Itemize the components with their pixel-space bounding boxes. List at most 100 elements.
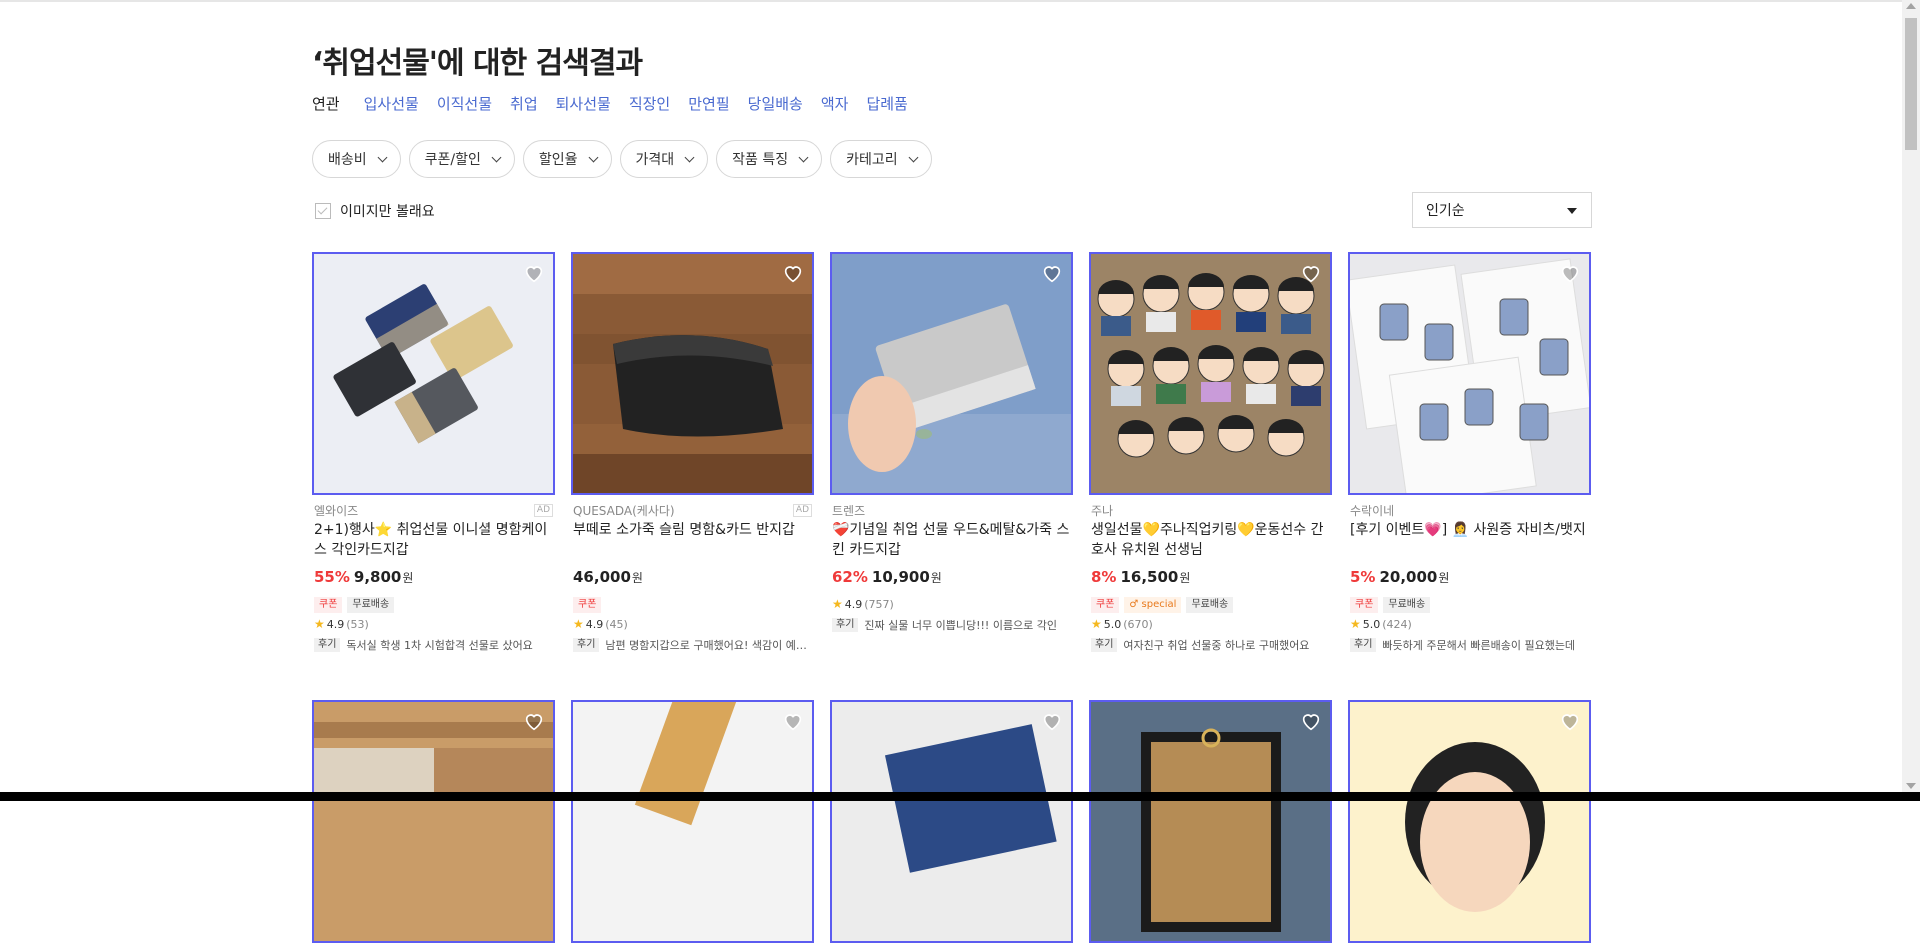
product-image[interactable] — [1348, 252, 1591, 495]
product-card[interactable]: 수락이네 [후기 이벤트💗] 👩‍💼 사원증 자비츠/뱃지 5% 20,000원 … — [1348, 252, 1591, 652]
star-icon: ★ — [1350, 617, 1361, 631]
review-snippet[interactable]: 후기 독서실 학생 1차 시험합격 선물로 샀어요 — [314, 637, 550, 653]
rating: ★ 4.9 (45) — [573, 617, 628, 631]
heart-icon[interactable] — [1041, 710, 1063, 732]
caret-down-icon — [1567, 208, 1577, 214]
product-image[interactable] — [830, 700, 1073, 943]
product-card[interactable] — [312, 700, 555, 943]
free-shipping-badge: 무료배송 — [347, 597, 395, 613]
product-image[interactable] — [1089, 252, 1332, 495]
currency: 원 — [631, 571, 643, 585]
related-keyword[interactable]: 입사선물 — [364, 93, 419, 114]
product-card[interactable]: 트렌즈 ❤️‍🩹기념일 취업 선물 우드&메탈&가죽 스킨 카드지갑 62% 10… — [830, 252, 1073, 632]
related-keywords: 연관 입사선물 이직선물 취업 퇴사선물 직장인 만연필 당일배송 액자 답례품 — [312, 93, 926, 114]
product-image[interactable] — [1348, 700, 1591, 943]
product-name[interactable]: ❤️‍🩹기념일 취업 선물 우드&메탈&가죽 스킨 카드지갑 — [832, 520, 1070, 560]
scroll-up-arrow-icon[interactable] — [1906, 3, 1916, 9]
review-snippet[interactable]: 후기 빠듯하게 주문해서 빠른배송이 필요했는데 — [1350, 637, 1586, 653]
review-tag: 후기 — [832, 618, 859, 632]
product-photo-plaque — [1091, 702, 1330, 941]
chevron-down-icon — [798, 152, 809, 162]
price: 46,000 — [573, 568, 631, 586]
product-card[interactable] — [571, 700, 814, 943]
seller-name[interactable]: QUESADA(케사다) — [573, 502, 675, 519]
related-keyword[interactable]: 취업 — [510, 93, 538, 114]
product-card[interactable]: 엘와이즈 AD 2+1)행사⭐ 취업선물 이니셜 명함케이스 각인카드지갑 55… — [312, 252, 555, 652]
product-name[interactable]: 생일선물💛주나직업키링💛운동선수 간호사 유치원 선생님 — [1091, 520, 1329, 560]
product-image[interactable] — [1089, 700, 1332, 943]
product-image[interactable] — [571, 252, 814, 495]
related-keyword[interactable]: 만연필 — [688, 93, 729, 114]
related-label: 연관 — [312, 95, 340, 113]
product-image[interactable] — [312, 252, 555, 495]
filter-feature-button[interactable]: 작품 특징 — [716, 140, 823, 178]
sort-select[interactable]: 인기순 — [1412, 192, 1592, 228]
bottom-edge-bar — [0, 792, 1920, 801]
related-keyword[interactable]: 직장인 — [629, 93, 670, 114]
heart-icon[interactable] — [1300, 262, 1322, 284]
heart-icon[interactable] — [1300, 710, 1322, 732]
chevron-down-icon — [684, 152, 695, 162]
related-keyword[interactable]: 액자 — [821, 93, 849, 114]
filter-price-button[interactable]: 가격대 — [619, 140, 709, 178]
product-card[interactable] — [830, 700, 1073, 943]
product-photo-caricature — [1350, 702, 1589, 941]
heart-icon[interactable] — [1559, 710, 1581, 732]
product-photo-character-keyrings — [1091, 254, 1330, 493]
product-card[interactable] — [1348, 700, 1591, 943]
product-image[interactable] — [571, 700, 814, 943]
related-keyword[interactable]: 답례품 — [866, 93, 907, 114]
filter-shipping-button[interactable]: 배송비 — [312, 140, 401, 178]
seller-name[interactable]: 엘와이즈 — [314, 502, 358, 519]
product-card[interactable]: 주나 생일선물💛주나직업키링💛운동선수 간호사 유치원 선생님 8% 16,500… — [1089, 252, 1332, 652]
vertical-scrollbar[interactable] — [1902, 0, 1920, 792]
product-photo-blue-notebook — [832, 702, 1071, 941]
product-image[interactable] — [830, 252, 1073, 495]
discount-rate: 8% — [1091, 568, 1117, 586]
product-name[interactable]: [후기 이벤트💗] 👩‍💼 사원증 자비츠/뱃지 — [1350, 520, 1588, 540]
special-badge: ♂ special — [1124, 597, 1182, 613]
heart-icon[interactable] — [523, 262, 545, 284]
product-photo-leather-wallet — [573, 254, 812, 493]
page-title: ‘취업선물'에 대한 검색결과 — [312, 46, 643, 81]
heart-icon[interactable] — [782, 710, 804, 732]
free-shipping-badge: 무료배송 — [1383, 597, 1431, 613]
product-image[interactable] — [312, 700, 555, 943]
chevron-down-icon — [491, 152, 502, 162]
seller-name[interactable]: 트렌즈 — [832, 502, 865, 519]
badge-list: 쿠폰 무료배송 — [314, 597, 399, 613]
review-snippet[interactable]: 후기 여자친구 취업 선물중 하나로 구매했어요 — [1091, 637, 1327, 653]
price: 10,900 — [871, 568, 930, 586]
rating: ★ 5.0 (670) — [1091, 617, 1153, 631]
product-name[interactable]: 2+1)행사⭐ 취업선물 이니셜 명함케이스 각인카드지갑 — [314, 520, 552, 560]
filter-category-button[interactable]: 카테고리 — [830, 140, 932, 178]
related-keyword[interactable]: 이직선물 — [437, 93, 492, 114]
related-keyword[interactable]: 당일배송 — [748, 93, 803, 114]
rating: ★ 4.9 (53) — [314, 617, 369, 631]
scroll-down-arrow-icon[interactable] — [1906, 783, 1916, 789]
filter-coupon-button[interactable]: 쿠폰/할인 — [408, 140, 515, 178]
star-icon: ★ — [314, 617, 325, 631]
heart-icon[interactable] — [1559, 262, 1581, 284]
image-only-toggle[interactable]: 이미지만 볼래요 — [315, 201, 435, 221]
filter-discount-button[interactable]: 할인율 — [522, 140, 612, 178]
discount-rate: 55% — [314, 568, 350, 586]
review-snippet[interactable]: 후기 남편 명함지갑으로 구매했어요! 색감이 예뻐요 — [573, 637, 809, 653]
heart-icon[interactable] — [1041, 262, 1063, 284]
ad-badge: AD — [533, 504, 553, 517]
currency: 원 — [1179, 571, 1191, 585]
seller-name[interactable]: 수락이네 — [1350, 502, 1394, 519]
seller-name[interactable]: 주나 — [1091, 502, 1113, 519]
review-snippet[interactable]: 후기 진짜 실물 너무 이쁩니당!!! 이름으로 각인 — [832, 617, 1068, 633]
product-photo-id-badge-pins — [1350, 254, 1589, 493]
chevron-down-icon — [908, 152, 919, 162]
heart-icon[interactable] — [782, 262, 804, 284]
coupon-badge: 쿠폰 — [1091, 597, 1120, 613]
heart-icon[interactable] — [523, 710, 545, 732]
product-card[interactable] — [1089, 700, 1332, 943]
scrollbar-thumb[interactable] — [1905, 18, 1917, 150]
product-card[interactable]: QUESADA(케사다) AD 부떼로 소가죽 슬림 명함&카드 반지갑 46,… — [571, 252, 814, 652]
related-keyword[interactable]: 퇴사선물 — [556, 93, 611, 114]
image-only-checkbox[interactable] — [315, 203, 331, 219]
product-name[interactable]: 부떼로 소가죽 슬림 명함&카드 반지갑 — [573, 520, 811, 540]
